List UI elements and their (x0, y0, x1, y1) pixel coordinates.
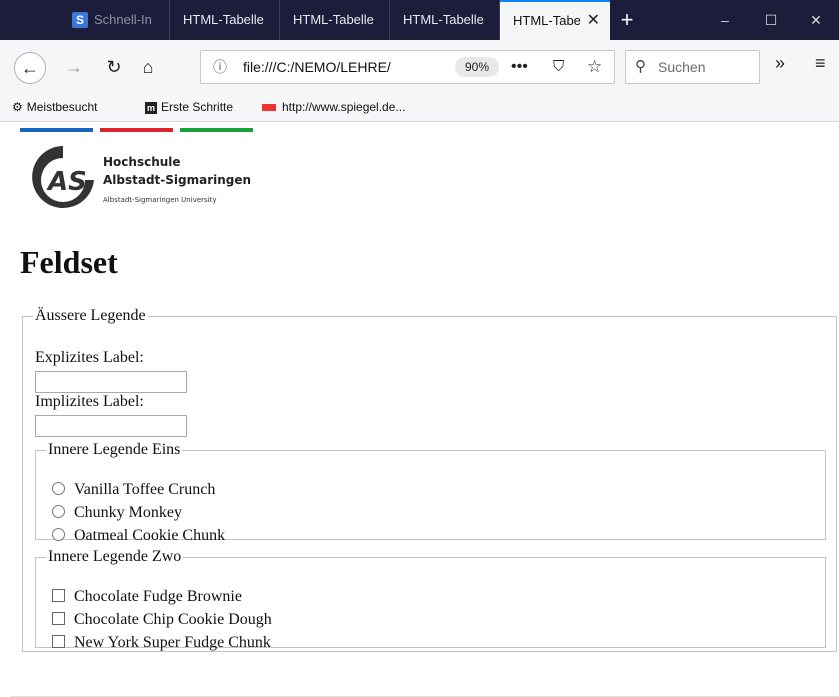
bookmark-star-icon[interactable]: ☆ (587, 51, 602, 83)
menu-button[interactable]: ≡ (815, 53, 826, 74)
svg-text:AS: AS (46, 167, 87, 197)
spiegel-icon (262, 104, 276, 112)
stripe-red (100, 128, 173, 132)
arrow-left-icon: ← (21, 58, 39, 78)
explicit-label: Explizites Label: (35, 349, 144, 366)
forward-button[interactable]: → (60, 53, 88, 81)
page-content: AS Hochschule Albstadt-Sigmaringen Albst… (0, 122, 839, 697)
bookmark-label: http://www.spiegel.de... (282, 100, 406, 114)
tab-close-icon[interactable]: ✕ (587, 2, 600, 40)
checkbox-label: Chocolate Fudge Brownie (74, 588, 242, 605)
url-bar[interactable]: ⓘ file:///C:/NEMO/LEHRE/ 90% ••• ⛉ ☆ (200, 50, 615, 84)
search-placeholder: Suchen (658, 59, 706, 75)
pocket-icon[interactable]: ⛉ (553, 51, 564, 83)
bookmark-label: Erste Schritte (161, 100, 234, 114)
radio-button[interactable] (52, 527, 65, 541)
inner-fieldset-1: Innere Legende Eins Vanilla Toffee Crunc… (35, 441, 826, 544)
radio-option[interactable]: Oatmeal Cookie Chunk (52, 525, 225, 547)
maximize-button[interactable]: ☐ (748, 0, 794, 40)
tab-2[interactable]: HTML-Tabelle (170, 0, 280, 40)
university-logo-icon: AS (30, 144, 96, 219)
inner-legend-2: Innere Legende Zwo (48, 548, 182, 565)
radio-option[interactable]: Vanilla Toffee Crunch (52, 479, 215, 501)
search-icon: ⚲ (635, 58, 646, 75)
logo-line2: Albstadt-Sigmaringen (103, 173, 252, 187)
tab-4[interactable]: HTML-Tabelle (390, 0, 500, 40)
checkbox-option[interactable]: Chocolate Fudge Brownie (52, 586, 242, 608)
arrow-right-icon: → (65, 57, 83, 77)
gear-icon: ⚙ (12, 100, 23, 114)
tab-active[interactable]: HTML-Tabe ✕ (500, 0, 610, 40)
bookmark-label: Meistbesucht (26, 100, 98, 114)
tab-1[interactable]: S Schnell-In (60, 0, 170, 40)
bookmark-erste-schritte[interactable]: m Erste Schritte (145, 94, 233, 120)
logo-line3: Albstadt-Sigmaringen University (103, 196, 217, 204)
tab-label: HTML-Tabe (513, 13, 581, 28)
checkbox-option[interactable]: New York Super Fudge Chunk (52, 632, 271, 654)
explicit-input[interactable] (35, 371, 187, 393)
outer-fieldset: Äussere Legende Explizites Label: Impliz… (22, 307, 837, 652)
implicit-label: Implizites Label: (35, 393, 144, 410)
page-title: Feldset (20, 244, 118, 280)
implicit-input[interactable] (35, 415, 187, 437)
stripe-green (180, 128, 253, 132)
checkbox-label: Chocolate Chip Cookie Dough (74, 611, 272, 628)
checkbox-label: New York Super Fudge Chunk (74, 634, 271, 651)
tab-label: HTML-Tabelle (403, 12, 484, 27)
bookmarks-toolbar: ⚙ Meistbesucht m Erste Schritte http://www… (0, 94, 839, 122)
checkbox-option[interactable]: Chocolate Chip Cookie Dough (52, 609, 272, 631)
tab-label: HTML-Tabelle (183, 12, 264, 27)
stripe-blue (20, 128, 93, 132)
radio-label: Vanilla Toffee Crunch (74, 481, 216, 498)
reload-button[interactable]: ↻ (100, 53, 128, 81)
radio-label: Oatmeal Cookie Chunk (74, 527, 226, 544)
checkbox[interactable] (52, 611, 65, 625)
new-tab-button[interactable]: + (612, 0, 642, 40)
checkbox[interactable] (52, 588, 65, 602)
search-box[interactable]: ⚲ Suchen (625, 50, 760, 84)
outer-legend: Äussere Legende (35, 307, 146, 324)
overflow-button[interactable]: » (775, 53, 785, 74)
nav-bar: ← → ↻ ⌂ ⓘ file:///C:/NEMO/LEHRE/ 90% •••… (0, 40, 839, 94)
bookmark-meistbesucht[interactable]: ⚙ Meistbesucht (12, 94, 97, 120)
back-button[interactable]: ← (14, 52, 46, 84)
logo-line1: Hochschule (103, 155, 181, 169)
close-window-button[interactable]: ✕ (793, 0, 839, 40)
url-text[interactable]: file:///C:/NEMO/LEHRE/ (243, 51, 423, 83)
radio-label: Chunky Monkey (74, 504, 182, 521)
reload-icon: ↻ (106, 57, 122, 77)
tab-bar: S Schnell-In HTML-Tabelle HTML-Tabelle H… (0, 0, 839, 40)
page-actions-icon[interactable]: ••• (511, 51, 528, 83)
radio-option[interactable]: Chunky Monkey (52, 502, 182, 524)
minimize-button[interactable]: – (702, 0, 748, 40)
radio-button[interactable] (52, 481, 65, 495)
radio-button[interactable] (52, 504, 65, 518)
tab-3[interactable]: HTML-Tabelle (280, 0, 390, 40)
info-icon[interactable]: ⓘ (213, 51, 227, 83)
home-button[interactable]: ⌂ (134, 53, 162, 81)
tab-label: HTML-Tabelle (293, 12, 374, 27)
mozilla-icon: m (145, 101, 158, 114)
inner-fieldset-2: Innere Legende Zwo Chocolate Fudge Brown… (35, 548, 826, 651)
home-icon: ⌂ (142, 57, 154, 77)
inner-legend-1: Innere Legende Eins (48, 441, 181, 458)
zoom-indicator[interactable]: 90% (455, 57, 500, 77)
checkbox[interactable] (52, 634, 65, 648)
bookmark-spiegel[interactable]: http://www.spiegel.de... (262, 94, 405, 120)
schnell-favicon-icon: S (72, 12, 88, 28)
